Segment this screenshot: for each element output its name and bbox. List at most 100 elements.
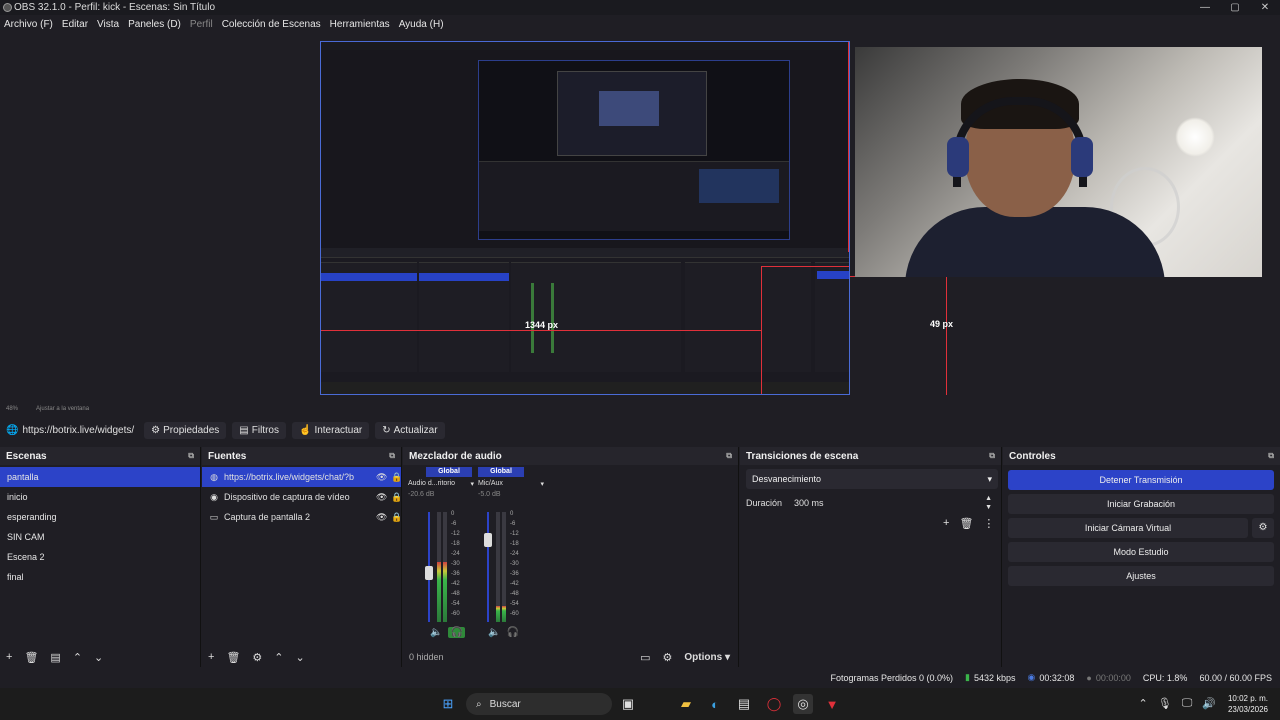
refresh-button[interactable]: ↻ Actualizar [375, 421, 445, 439]
studio-mode-button[interactable]: Modo Estudio [1008, 542, 1274, 562]
volume-icon[interactable]: 🔊 [1202, 697, 1216, 710]
scene-item[interactable]: Escena 2 [0, 547, 200, 567]
start-recording-button[interactable]: Iniciar Grabación [1008, 494, 1274, 514]
windows-start-icon[interactable]: ⊞ [438, 694, 458, 714]
channel-name[interactable]: Audio d...ritorio ▾ [408, 480, 478, 488]
scene-item[interactable]: pantalla [0, 467, 200, 487]
stop-stream-button[interactable]: Detener Transmisión [1008, 470, 1274, 490]
trash-icon[interactable]: 🗑 [24, 651, 38, 664]
app-red-icon[interactable]: ▼ [822, 694, 842, 714]
interact-button[interactable]: ☝ Interactuar [291, 421, 370, 439]
controls-header: Controles ⧉ [1003, 447, 1280, 465]
file-explorer-icon[interactable]: ▰ [676, 694, 696, 714]
volume-fader-track[interactable] [487, 512, 489, 622]
refresh-label: Actualizar [393, 424, 438, 436]
up-arrow-icon[interactable]: ⌃ [274, 651, 283, 664]
more-icon[interactable]: ⋮ [983, 517, 994, 530]
eye-icon[interactable]: 👁 [376, 512, 387, 523]
scene-item[interactable]: esperanding [0, 507, 200, 527]
trash-icon[interactable]: 🗑 [226, 651, 240, 664]
add-icon[interactable]: + [6, 651, 12, 663]
lock-icon[interactable]: 🔒 [391, 512, 402, 523]
volume-fader-knob[interactable] [425, 565, 433, 580]
settings-button[interactable]: Ajustes [1008, 566, 1274, 586]
add-icon[interactable]: + [208, 651, 214, 663]
scene-item[interactable]: final [0, 567, 200, 587]
chevron-down-icon[interactable]: ▾ [540, 480, 544, 488]
eye-icon[interactable]: 👁 [376, 472, 387, 483]
maximize-button[interactable]: ▢ [1220, 0, 1250, 15]
scene-item[interactable]: inicio [0, 487, 200, 507]
undock-icon[interactable]: ⧉ [989, 451, 995, 461]
scene-item[interactable]: SIN CAM [0, 527, 200, 547]
preview-canvas[interactable]: 1344 px [320, 41, 850, 395]
channel-name[interactable]: Mic/Aux ▾ [478, 480, 548, 488]
add-transition-icon[interactable]: + [943, 517, 949, 530]
zoom-fit[interactable]: Ajustar a la ventana [36, 406, 89, 412]
zoom-level[interactable]: 48% [6, 406, 18, 412]
close-button[interactable]: ✕ [1250, 0, 1280, 15]
volume-fader-knob[interactable] [484, 532, 492, 547]
task-view-icon[interactable]: ▣ [618, 694, 638, 714]
menu-perfil[interactable]: Perfil [190, 19, 213, 30]
menu-archivo[interactable]: Archivo (F) [4, 19, 53, 30]
taskbar-search[interactable]: ⌕ Buscar [466, 693, 612, 715]
up-arrow-icon[interactable]: ⌃ [73, 651, 82, 664]
mixer-settings-icon[interactable]: ⚙ [663, 651, 673, 664]
layout-icon[interactable]: ▭ [640, 651, 650, 664]
undock-icon[interactable]: ⧉ [188, 451, 194, 461]
source-name: https://botrix.live/widgets/chat/?b [224, 472, 355, 482]
speaker-icon[interactable]: 🔈 [430, 627, 442, 638]
channel-name-text: Audio d...ritorio [408, 480, 456, 487]
speaker-icon[interactable]: 🔈 [488, 627, 500, 638]
nested-menu [321, 50, 849, 58]
filter-icon: ▤ [239, 424, 249, 436]
chevron-down-icon[interactable]: ▾ [470, 480, 474, 488]
undock-icon[interactable]: ⧉ [389, 451, 395, 461]
headphones-icon[interactable]: 🎧 [506, 627, 518, 638]
interact-label: Interactuar [314, 424, 363, 436]
filter-icon[interactable]: ▤ [50, 651, 60, 664]
edge-icon[interactable]: ◐ [705, 694, 725, 714]
minimize-button[interactable]: — [1190, 0, 1220, 15]
source-item[interactable]: ◉ Dispositivo de captura de vídeo 👁 🔒 [202, 487, 402, 507]
menu-paneles[interactable]: Paneles (D) [128, 19, 181, 30]
undock-icon[interactable]: ⧉ [1268, 451, 1274, 461]
menu-ayuda[interactable]: Ayuda (H) [399, 19, 444, 30]
lock-icon[interactable]: 🔒 [391, 472, 402, 483]
filters-button[interactable]: ▤ Filtros [232, 421, 286, 439]
record-icon: ● [1086, 672, 1092, 683]
obs-taskbar-icon[interactable]: ◎ [793, 694, 813, 714]
lock-icon[interactable]: 🔒 [391, 492, 402, 503]
gear-icon[interactable]: ⚙ [252, 651, 262, 664]
stepper-arrows-icon[interactable]: ▲ ▼ [985, 494, 992, 512]
source-item[interactable]: ▭ Captura de pantalla 2 👁 🔒 [202, 507, 402, 527]
preview-area[interactable]: 1344 px 49 px [0, 33, 1280, 403]
store-icon[interactable]: ▤ [734, 694, 754, 714]
properties-button[interactable]: ⚙ Propiedades [144, 421, 227, 439]
options-menu[interactable]: Options ▾ [684, 652, 730, 663]
trash-icon[interactable]: 🗑 [959, 517, 973, 530]
virtual-cam-settings-icon[interactable]: ⚙ [1252, 518, 1274, 538]
source-item[interactable]: ◍ https://botrix.live/widgets/chat/?b 👁 … [202, 467, 402, 487]
eye-icon[interactable]: 👁 [376, 492, 387, 503]
down-arrow-icon[interactable]: ⌄ [94, 651, 103, 664]
opera-icon[interactable]: ◯ [764, 694, 784, 714]
webcam-feed[interactable] [855, 47, 1262, 277]
menu-editar[interactable]: Editar [62, 19, 88, 30]
network-icon[interactable]: 🖵 [1182, 697, 1193, 710]
down-arrow-icon[interactable]: ⌄ [296, 651, 305, 664]
mic-icon[interactable]: 🎙 [1158, 697, 1172, 710]
duration-spinbox[interactable]: 300 ms ▲ ▼ [789, 493, 998, 513]
virtual-cam-button[interactable]: Iniciar Cámara Virtual [1008, 518, 1248, 538]
headphones-icon[interactable]: 🎧 [448, 627, 465, 638]
menu-coleccion[interactable]: Colección de Escenas [222, 19, 321, 30]
chevron-up-icon[interactable]: ⌃ [1139, 697, 1148, 710]
undock-icon[interactable]: ⧉ [726, 451, 732, 461]
scenes-footer: + 🗑 ▤ ⌃ ⌄ [0, 647, 200, 667]
transition-select[interactable]: Desvanecimiento ▾ [746, 469, 998, 489]
menu-vista[interactable]: Vista [97, 19, 119, 30]
clock[interactable]: 10:02 p. m. 23/03/2026 [1228, 693, 1268, 715]
menu-herramientas[interactable]: Herramientas [330, 19, 390, 30]
clock-date: 23/03/2026 [1227, 705, 1268, 714]
